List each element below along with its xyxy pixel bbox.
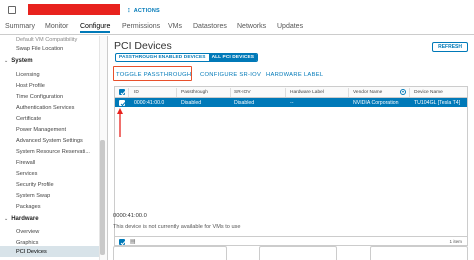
sidebar-group-hardware[interactable]: ⌄ Hardware — [4, 216, 39, 222]
configure-sriov-button[interactable]: CONFIGURE SR-IOV — [200, 72, 261, 78]
sidebar-item-services[interactable]: Services — [16, 171, 37, 177]
column-toggle-icon[interactable]: ▤ — [130, 238, 136, 245]
configure-sidebar: Default VM Compatibility Swap File Locat… — [0, 36, 108, 260]
column-separator — [230, 88, 231, 97]
column-header-passthrough[interactable]: Passthrough — [181, 90, 208, 95]
host-icon — [8, 6, 16, 14]
grid-footer: ▤ 1 item — [115, 236, 467, 245]
sidebar-item-power-management[interactable]: Power Management — [16, 127, 66, 133]
cell-hardware-label: -- — [290, 99, 294, 106]
sidebar-item-host-profile[interactable]: Host Profile — [16, 83, 45, 89]
annotation-arrow-icon — [117, 108, 123, 137]
sidebar-item-system-swap[interactable]: System Swap — [16, 193, 50, 199]
column-separator — [176, 88, 177, 97]
tab-updates[interactable]: Updates — [277, 23, 303, 30]
column-separator — [348, 88, 349, 97]
segment-passthrough-enabled[interactable]: PASSTHROUGH ENABLED DEVICES — [116, 54, 209, 61]
chevron-down-icon: ⌄ — [4, 58, 9, 64]
column-header-device-name[interactable]: Device Name — [414, 90, 443, 95]
column-header-id[interactable]: ID — [134, 90, 139, 95]
tab-vms[interactable]: VMs — [168, 23, 182, 30]
item-count: 1 item — [449, 239, 462, 244]
sidebar-item-swap-file-location[interactable]: Swap File Location — [16, 46, 63, 52]
detail-card — [370, 246, 468, 260]
sidebar-item-advanced-system-settings[interactable]: Advanced System Settings — [16, 138, 83, 144]
refresh-button[interactable]: REFRESH — [432, 42, 468, 52]
cell-vendor-name: NVIDIA Corporation — [353, 99, 399, 106]
cell-id: 0000:41:00.0 — [134, 99, 165, 106]
tab-bar: Summary Monitor Configure Permissions VM… — [0, 20, 474, 35]
segment-all-pci-devices[interactable]: ALL PCI DEVICES — [208, 54, 258, 61]
sidebar-item-time-configuration[interactable]: Time Configuration — [16, 94, 63, 100]
cell-device-name: TU104GL [Tesla T4] — [414, 99, 461, 106]
sidebar-group-system[interactable]: ⌄ System — [4, 58, 33, 64]
sidebar-item-overview[interactable]: Overview — [16, 229, 39, 235]
column-separator — [285, 88, 286, 97]
device-filter-segmented-control: PASSTHROUGH ENABLED DEVICES ALL PCI DEVI… — [115, 53, 259, 62]
sidebar-item-pci-devices[interactable]: PCI Devices — [16, 249, 47, 255]
main-panel: PCI Devices REFRESH PASSTHROUGH ENABLED … — [109, 36, 474, 260]
tab-monitor[interactable]: Monitor — [45, 23, 68, 30]
column-header-vendor-name[interactable]: Vendor Name — [353, 90, 382, 95]
sidebar-item-system-resource-reservation[interactable]: System Resource Reservati... — [16, 149, 90, 155]
filter-icon[interactable]: ▾ — [400, 89, 406, 95]
detail-card — [259, 246, 337, 260]
detail-card — [113, 246, 227, 260]
sidebar-selection-highlight — [0, 246, 99, 257]
chevron-down-icon: ⌄ — [4, 216, 9, 222]
sidebar-scroll-thumb[interactable] — [100, 140, 105, 255]
cell-passthrough: Disabled — [181, 99, 202, 106]
sidebar-item-security-profile[interactable]: Security Profile — [16, 182, 54, 188]
device-details-message: This device is not currently available f… — [113, 224, 241, 230]
redacted-host-name — [28, 4, 120, 15]
title-bar: ⋮ ACTIONS — [0, 0, 474, 20]
column-separator — [409, 88, 410, 97]
grid-header: ID Passthrough SR-IOV Hardware Label Ven… — [115, 87, 467, 98]
table-row[interactable]: 0000:41:00.0 Disabled Disabled -- NVIDIA… — [115, 98, 467, 107]
hardware-label-button[interactable]: HARDWARE LABEL — [266, 72, 323, 78]
page-title: PCI Devices — [114, 40, 172, 52]
sidebar-item-firewall[interactable]: Firewall — [16, 160, 35, 166]
toggle-passthrough-highlight — [113, 66, 192, 81]
footer-select-checkbox[interactable] — [119, 238, 126, 245]
sidebar-item-authentication-services[interactable]: Authentication Services — [16, 105, 74, 111]
select-all-checkbox[interactable] — [119, 89, 126, 96]
column-header-hardware-label[interactable]: Hardware Label — [290, 90, 324, 95]
sidebar-item-cut-off[interactable]: Default VM Compatibility — [16, 37, 77, 43]
tab-networks[interactable]: Networks — [237, 23, 266, 30]
tab-summary[interactable]: Summary — [5, 23, 35, 30]
pci-devices-grid: ID Passthrough SR-IOV Hardware Label Ven… — [114, 86, 468, 246]
row-checkbox[interactable] — [119, 99, 126, 106]
sidebar-item-licensing[interactable]: Licensing — [16, 72, 40, 78]
sidebar-item-certificate[interactable]: Certificate — [16, 116, 41, 122]
device-details-title: 0000:41:00.0 — [113, 213, 147, 219]
actions-menu[interactable]: ⋮ ACTIONS — [126, 8, 160, 14]
column-separator — [128, 88, 129, 97]
column-header-sriov[interactable]: SR-IOV — [234, 90, 251, 95]
tab-configure[interactable]: Configure — [80, 23, 111, 33]
tab-datastores[interactable]: Datastores — [193, 23, 227, 30]
tab-permissions[interactable]: Permissions — [122, 23, 160, 30]
cell-sriov: Disabled — [234, 99, 255, 106]
sidebar-item-packages[interactable]: Packages — [16, 204, 41, 210]
